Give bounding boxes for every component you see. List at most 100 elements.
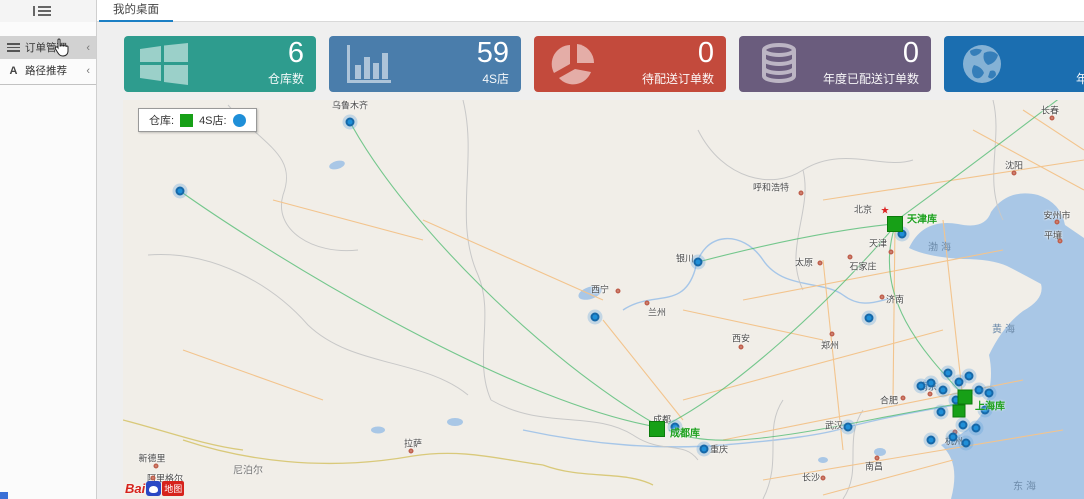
- baidu-paw-icon: [146, 481, 161, 496]
- map-city-label: 兰州: [648, 306, 666, 319]
- stat-cards-row: 6 仓库数 59 4S店 0 待配送订单: [97, 36, 1084, 92]
- sidebar-menu: 订单管理 ‹ A 路径推荐 ‹: [0, 36, 96, 85]
- store-marker-4s[interactable]: [927, 379, 936, 388]
- store-marker-4s[interactable]: [176, 187, 185, 196]
- map-city-label: 武汉: [825, 419, 843, 432]
- map-city-label: 西宁: [591, 283, 609, 296]
- card-annual-extra[interactable]: 年度已配: [944, 36, 1084, 92]
- map-city-label: 渤海: [928, 239, 954, 254]
- legend-store-label: 4S店:: [199, 112, 227, 128]
- map-city-label: 长春: [1041, 104, 1059, 117]
- store-marker-4s[interactable]: [927, 436, 936, 445]
- city-marker-dot: [848, 255, 853, 260]
- map-city-label: 南昌: [865, 460, 883, 473]
- store-marker-4s[interactable]: [939, 386, 948, 395]
- store-marker-4s[interactable]: [955, 378, 964, 387]
- card-label: 仓库数: [268, 70, 304, 87]
- map-city-label: 呼和浩特: [753, 181, 789, 194]
- store-marker-4s[interactable]: [865, 314, 874, 323]
- bar-chart-icon: [345, 43, 393, 85]
- warehouse-marker[interactable]: [958, 390, 973, 405]
- store-marker-4s[interactable]: [937, 408, 946, 417]
- card-4s-store-count[interactable]: 59 4S店: [329, 36, 521, 92]
- city-marker-dot: [889, 250, 894, 255]
- city-marker-dot: [1050, 116, 1055, 121]
- delivery-route: [897, 100, 1073, 220]
- store-marker-4s[interactable]: [962, 439, 971, 448]
- map-city-label: 黄海: [992, 321, 1018, 336]
- sidebar-header: [0, 0, 96, 22]
- store-marker-4s[interactable]: [917, 382, 926, 391]
- store-marker-4s[interactable]: [844, 423, 853, 432]
- map-city-label: 济南: [886, 293, 904, 306]
- store-marker-4s[interactable]: [959, 421, 968, 430]
- card-annual-delivered-orders[interactable]: 0 年度已配送订单数: [739, 36, 931, 92]
- delivery-route: [669, 403, 963, 440]
- warehouse-label: 天津库: [907, 211, 937, 226]
- store-marker-4s[interactable]: [346, 118, 355, 127]
- map-city-label: 拉萨: [404, 437, 422, 450]
- city-marker-dot: [1012, 171, 1017, 176]
- city-marker-dot: [151, 476, 156, 481]
- map-city-label: 乌鲁木齐: [332, 100, 368, 112]
- top-tab-bar: 我的桌面: [97, 0, 1084, 22]
- store-marker-4s[interactable]: [949, 433, 958, 442]
- store-marker-4s[interactable]: [985, 389, 994, 398]
- pie-chart-icon: [550, 43, 598, 85]
- card-warehouse-count[interactable]: 6 仓库数: [124, 36, 316, 92]
- card-pending-orders[interactable]: 0 待配送订单数: [534, 36, 726, 92]
- store-marker-4s[interactable]: [700, 445, 709, 454]
- city-marker-dot: [799, 191, 804, 196]
- map-city-label: 东海: [1013, 478, 1039, 493]
- card-label: 年度已配: [1076, 70, 1084, 87]
- map-city-label: 银川: [676, 252, 694, 265]
- database-icon: [755, 43, 803, 85]
- warehouse-label: 上海库: [975, 398, 1005, 413]
- warehouse-label: 成都库: [670, 425, 700, 440]
- city-marker-dot: [1055, 220, 1060, 225]
- card-value: 0: [698, 37, 714, 70]
- windows-icon: [140, 43, 188, 85]
- baidu-logo-text: Bai: [125, 481, 145, 496]
- city-marker-dot: [1058, 239, 1063, 244]
- warehouse-marker[interactable]: [887, 216, 903, 232]
- sidebar-divider: [0, 84, 96, 85]
- city-marker-dot: [928, 392, 933, 397]
- globe-icon: [960, 43, 1008, 85]
- map-city-label: 新德里: [138, 452, 165, 465]
- card-label: 年度已配送订单数: [823, 70, 919, 87]
- map-city-label: 天津: [869, 237, 887, 250]
- store-marker-4s[interactable]: [965, 372, 974, 381]
- font-a-icon: A: [7, 65, 20, 77]
- map-city-label: 北京: [854, 203, 872, 216]
- store-marker-4s[interactable]: [975, 386, 984, 395]
- tab-my-desktop[interactable]: 我的桌面: [99, 0, 173, 22]
- map-city-label: 重庆: [710, 443, 728, 456]
- map-city-label: 郑州: [821, 339, 839, 352]
- dashboard-app: 我的桌面 订单管理 ‹ A 路径推荐 ‹: [0, 0, 1084, 499]
- city-marker-dot: [901, 396, 906, 401]
- city-marker-dot: [154, 464, 159, 469]
- baidu-map[interactable]: 乌鲁木齐呼和浩特北京★天津沈阳长春安州市平壤银川太原石家庄济南西宁兰州西安郑州南…: [123, 100, 1084, 499]
- city-marker-dot: [875, 456, 880, 461]
- baidu-logo[interactable]: Bai 地图: [125, 481, 184, 496]
- warehouse-marker[interactable]: [649, 421, 665, 437]
- city-marker-dot: [818, 261, 823, 266]
- city-marker-dot: [645, 301, 650, 306]
- sidebar-item-order-management[interactable]: 订单管理 ‹: [0, 36, 96, 59]
- map-city-label: 太原: [795, 256, 813, 269]
- store-marker-4s[interactable]: [944, 369, 953, 378]
- sidebar-item-route-recommend[interactable]: A 路径推荐 ‹: [0, 59, 96, 82]
- card-value: 0: [903, 37, 919, 70]
- sidebar-toggle-icon[interactable]: [33, 4, 51, 17]
- city-marker-dot: [616, 289, 621, 294]
- city-marker-dot: [409, 449, 414, 454]
- chevron-left-icon: ‹: [86, 65, 90, 77]
- store-marker-4s[interactable]: [972, 424, 981, 433]
- warehouse-marker[interactable]: [953, 405, 966, 418]
- store-marker-4s[interactable]: [591, 313, 600, 322]
- delivery-route: [668, 226, 895, 424]
- map-city-label: 尼泊尔: [233, 462, 263, 477]
- store-marker-4s[interactable]: [694, 258, 703, 267]
- card-value: 6: [288, 37, 304, 70]
